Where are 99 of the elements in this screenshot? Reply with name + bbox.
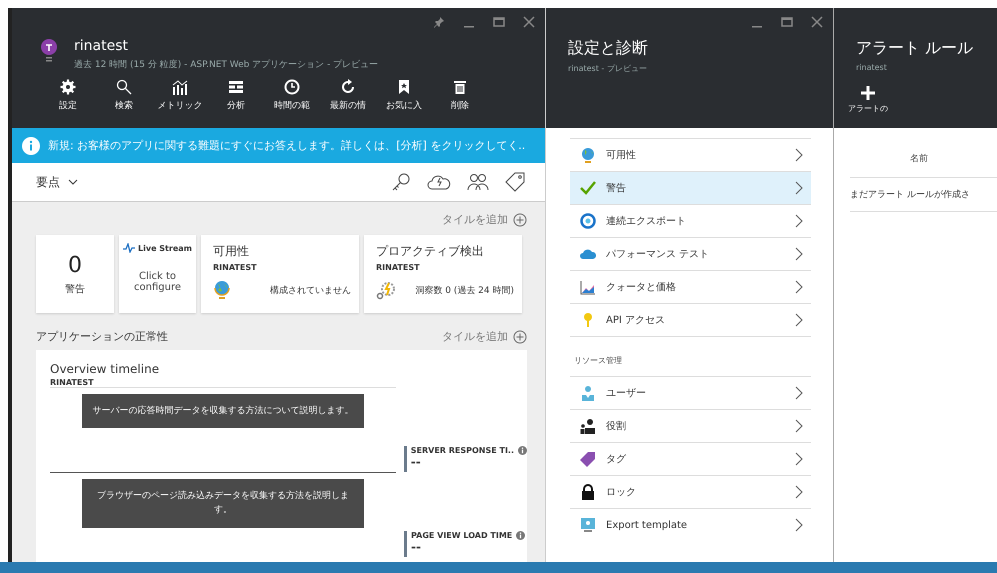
section-title: アプリケーションの正常性 — [36, 329, 168, 344]
maximize-icon[interactable] — [781, 16, 793, 28]
column-header: 名前 — [850, 144, 997, 178]
toolbar-button[interactable]: メトリック — [154, 79, 206, 112]
menu-item[interactable]: パフォーマンス テスト — [570, 237, 811, 270]
monitor-icon — [580, 517, 596, 533]
menu-item[interactable]: API アクセス — [570, 303, 811, 336]
user-icon — [580, 385, 596, 401]
menu-item[interactable]: 役割 — [570, 409, 811, 442]
chevron-right-icon — [795, 518, 803, 532]
status-tile[interactable]: 可用性 RINATEST 構成されていません — [201, 235, 359, 313]
info-message: サーバーの応答時間データを収集する方法について説明します。 — [82, 394, 364, 428]
menu-item[interactable]: 警告 — [570, 171, 811, 204]
tag-icon[interactable] — [505, 172, 525, 192]
status-tile[interactable]: プロアクティブ検出 RINATEST 洞察数 0 (過去 24 時間) — [364, 235, 522, 313]
add-tile-link[interactable]: タイルを追加 — [442, 212, 508, 227]
metric-value: -- — [411, 540, 421, 554]
toolbar-button[interactable]: 検索 — [98, 79, 150, 112]
card-subtitle: RINATEST — [50, 378, 95, 387]
menu-item[interactable]: クォータと価格 — [570, 270, 811, 303]
pin-icon[interactable] — [433, 16, 445, 28]
card-title: Overview timeline — [50, 362, 160, 376]
plus-icon — [861, 86, 875, 100]
menu-item[interactable]: ロック — [570, 475, 811, 508]
live-stream-tile[interactable]: Live Stream Click to configure — [119, 235, 196, 313]
menu-item[interactable]: ユーザー — [570, 376, 811, 409]
bar-chart-icon — [172, 79, 188, 95]
tile-title: Live Stream — [138, 244, 192, 252]
toolbar-button[interactable]: 分析 — [210, 79, 262, 112]
tile-subtitle: RINATEST — [376, 263, 421, 272]
toolbar-button[interactable]: 時間の範 — [266, 79, 318, 112]
metric-value: -- — [410, 455, 421, 469]
chevron-right-icon — [795, 419, 803, 433]
tile-status: 構成されていません — [270, 284, 351, 296]
check-icon — [580, 180, 596, 196]
alert-count: 0 — [68, 252, 82, 278]
toolbar-button[interactable]: 設定 — [42, 79, 94, 112]
chevron-right-icon — [795, 247, 803, 261]
bookmark-icon — [396, 79, 412, 95]
close-icon[interactable] — [523, 16, 535, 28]
search-icon — [116, 79, 132, 95]
metric-name: SERVER RESPONSE TI.. — [410, 446, 514, 455]
empty-message: まだアラート ルールが作成さ — [850, 178, 997, 212]
add-circle-icon[interactable] — [513, 212, 527, 226]
add-tile-link[interactable]: タイルを追加 — [442, 329, 508, 344]
chart-icon — [580, 279, 596, 295]
menu-item[interactable]: タグ — [570, 442, 811, 475]
tile-subtitle: RINATEST — [213, 263, 258, 272]
tile-label: Click to configure — [133, 271, 182, 293]
chevron-right-icon — [795, 386, 803, 400]
clock-icon — [284, 79, 300, 95]
cloud-icon[interactable] — [427, 173, 451, 191]
tile-title: プロアクティブ検出 — [376, 243, 485, 260]
blade-title: 設定と診断 — [568, 38, 648, 59]
add-circle-icon[interactable] — [513, 330, 527, 344]
info-icon[interactable] — [518, 446, 527, 455]
chevron-right-icon — [795, 280, 803, 294]
blade-subtitle: rinatest — [855, 62, 888, 72]
chevron-right-icon — [795, 452, 803, 466]
toolbar-button[interactable]: 削除 — [434, 79, 486, 112]
tile-title: 可用性 — [213, 243, 250, 260]
chevron-right-icon — [795, 313, 803, 327]
info-icon — [22, 136, 40, 154]
refresh-icon — [340, 79, 356, 95]
essentials-toggle[interactable]: 要点 — [36, 174, 78, 190]
blade-subtitle: rinatest - プレビュー — [567, 63, 648, 74]
chevron-right-icon — [795, 148, 803, 162]
grid-icon — [228, 79, 244, 95]
trash-icon — [452, 79, 468, 95]
globe-icon — [213, 280, 231, 300]
banner-text: 新規: お客様のアプリに関する難題にすぐにお答えします。詳しくは、[分析] をクリックしてく.. — [48, 138, 526, 153]
chevron-right-icon — [795, 181, 803, 195]
toolbar-button[interactable]: 最新の情 — [322, 79, 374, 112]
chevron-right-icon — [795, 485, 803, 499]
globe-icon — [580, 147, 596, 163]
tile-status: 洞察数 0 (過去 24 時間) — [415, 284, 514, 296]
menu-item[interactable]: 連続エクスポート — [570, 204, 811, 237]
info-message: ブラウザーのページ読み込みデータを収集する方法を説明します。 — [82, 479, 364, 528]
people-icon[interactable] — [467, 173, 489, 191]
section-heading: リソース管理 — [570, 336, 811, 376]
pulse-icon — [123, 243, 136, 253]
blade-title: rinatest — [74, 38, 129, 54]
maximize-icon[interactable] — [493, 16, 505, 28]
chevron-right-icon — [795, 214, 803, 228]
chevron-down-icon — [68, 179, 78, 185]
close-icon[interactable] — [811, 16, 823, 28]
metric-name: PAGE VIEW LOAD TIME — [411, 531, 512, 540]
add-alert-button[interactable]: アラートの — [848, 86, 888, 114]
blade-subtitle: 過去 12 時間 (15 分 粒度) - ASP.NET Web アプリケーション - プレビュー — [74, 58, 378, 71]
menu-item[interactable]: Export template — [570, 508, 811, 541]
tag-icon — [580, 451, 596, 467]
tile-label: 警告 — [65, 282, 85, 296]
settings-icon — [60, 79, 76, 95]
lock-icon — [580, 484, 596, 500]
gears-icon — [376, 280, 396, 300]
alerts-tile[interactable]: 0 警告 — [36, 235, 114, 313]
blade-title: アラート ルール — [856, 38, 974, 59]
info-icon[interactable] — [516, 531, 526, 540]
toolbar-button[interactable]: お気に入 — [378, 79, 430, 112]
